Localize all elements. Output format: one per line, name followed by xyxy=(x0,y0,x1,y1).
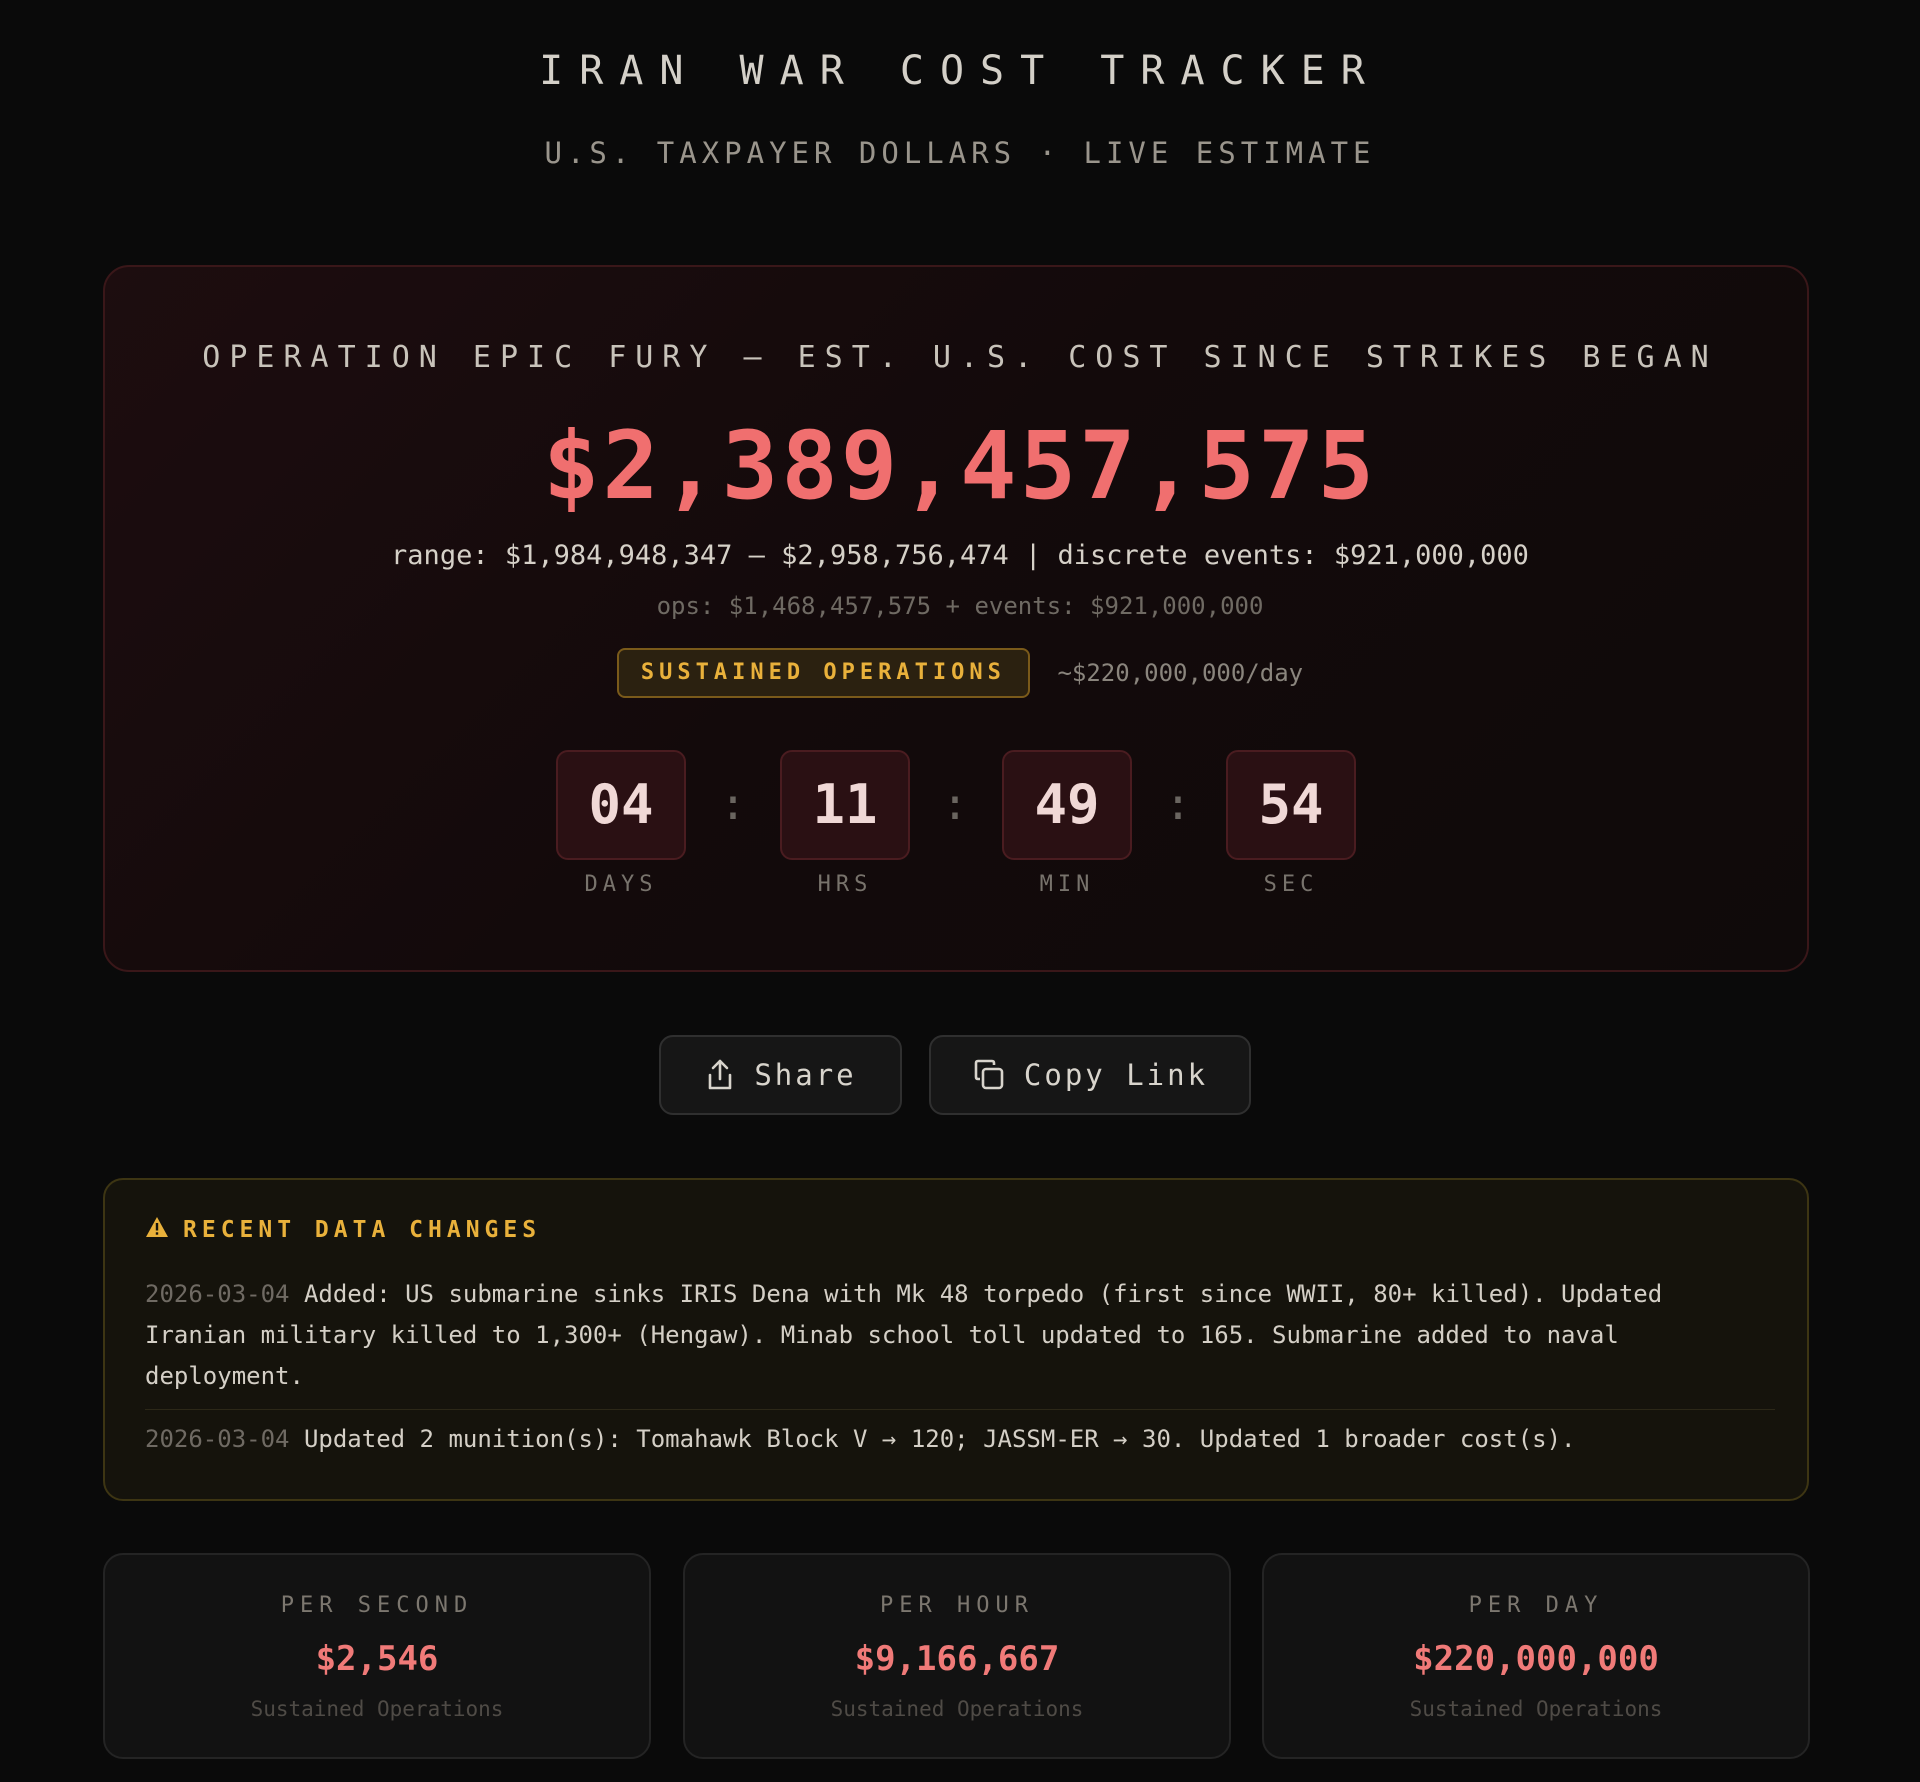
timer-minutes-value: 49 xyxy=(1002,750,1132,860)
timer-days-label: DAYS xyxy=(584,872,658,897)
stat-label: PER HOUR xyxy=(880,1593,1034,1618)
share-button[interactable]: Share xyxy=(659,1035,902,1115)
timer-seconds-label: SEC xyxy=(1263,872,1319,897)
status-badge: SUSTAINED OPERATIONS xyxy=(616,648,1030,698)
timer-days-value: 04 xyxy=(556,750,686,860)
copy-icon xyxy=(972,1058,1006,1092)
cost-range: range: $1,984,948,347 – $2,958,756,474 |… xyxy=(391,540,1529,571)
stat-label: PER DAY xyxy=(1468,1593,1604,1618)
stat-subtitle: Sustained Operations xyxy=(830,1697,1084,1721)
timer-minutes-label: MIN xyxy=(1039,872,1095,897)
timer-separator: : xyxy=(1164,779,1192,830)
change-date: 2026-03-04 xyxy=(145,1280,290,1308)
recent-changes-title: RECENT DATA CHANGES xyxy=(183,1217,542,1243)
elapsed-timer: 04 DAYS : 11 HRS : 49 MIN : 54 SEC xyxy=(0,750,1920,910)
change-date: 2026-03-04 xyxy=(145,1425,290,1453)
change-text: Added: US submarine sinks IRIS Dena with… xyxy=(145,1280,1663,1390)
recent-changes-heading: RECENT DATA CHANGES xyxy=(145,1216,541,1244)
page-title: IRAN WAR COST TRACKER xyxy=(539,48,1381,94)
stat-subtitle: Sustained Operations xyxy=(1409,1697,1663,1721)
stat-subtitle: Sustained Operations xyxy=(250,1697,504,1721)
recent-changes-panel: RECENT DATA CHANGES 2026-03-04 Added: US… xyxy=(103,1178,1809,1501)
change-text: Updated 2 munition(s): Tomahawk Block V … xyxy=(303,1425,1576,1453)
stat-label: PER SECOND xyxy=(280,1593,474,1618)
timer-hours-label: HRS xyxy=(817,872,873,897)
stat-value: $220,000,000 xyxy=(1413,1639,1659,1679)
stat-card-per-second: PER SECOND $2,546 Sustained Operations xyxy=(103,1553,651,1759)
timer-minutes: 49 MIN xyxy=(1002,750,1132,897)
status-row: SUSTAINED OPERATIONS ~$220,000,000/day xyxy=(0,648,1920,698)
total-cost: $2,389,457,575 xyxy=(542,412,1378,521)
stat-card-per-day: PER DAY $220,000,000 Sustained Operation… xyxy=(1262,1553,1810,1759)
warning-icon xyxy=(145,1216,169,1244)
copy-link-label: Copy Link xyxy=(1023,1058,1209,1092)
daily-rate: ~$220,000,000/day xyxy=(1057,659,1304,687)
copy-link-button[interactable]: Copy Link xyxy=(929,1035,1251,1115)
cost-breakdown: ops: $1,468,457,575 + events: $921,000,0… xyxy=(656,592,1264,620)
operation-heading: OPERATION EPIC FURY — EST. U.S. COST SIN… xyxy=(202,340,1718,375)
timer-hours: 11 HRS xyxy=(780,750,910,897)
page-subtitle: U.S. TAXPAYER DOLLARS · LIVE ESTIMATE xyxy=(544,136,1376,170)
timer-seconds: 54 SEC xyxy=(1226,750,1356,897)
stat-value: $2,546 xyxy=(315,1639,439,1679)
change-divider xyxy=(145,1409,1775,1410)
timer-separator: : xyxy=(941,779,969,830)
share-icon xyxy=(704,1058,736,1092)
change-entry: 2026-03-04 Added: US submarine sinks IRI… xyxy=(145,1274,1775,1397)
share-label: Share xyxy=(754,1058,857,1092)
timer-seconds-value: 54 xyxy=(1226,750,1356,860)
stat-value: $9,166,667 xyxy=(854,1639,1060,1679)
timer-hours-value: 11 xyxy=(780,750,910,860)
stat-card-per-hour: PER HOUR $9,166,667 Sustained Operations xyxy=(683,1553,1231,1759)
timer-days: 04 DAYS xyxy=(556,750,686,897)
change-entry: 2026-03-04 Updated 2 munition(s): Tomaha… xyxy=(145,1419,1775,1460)
timer-separator: : xyxy=(719,779,747,830)
